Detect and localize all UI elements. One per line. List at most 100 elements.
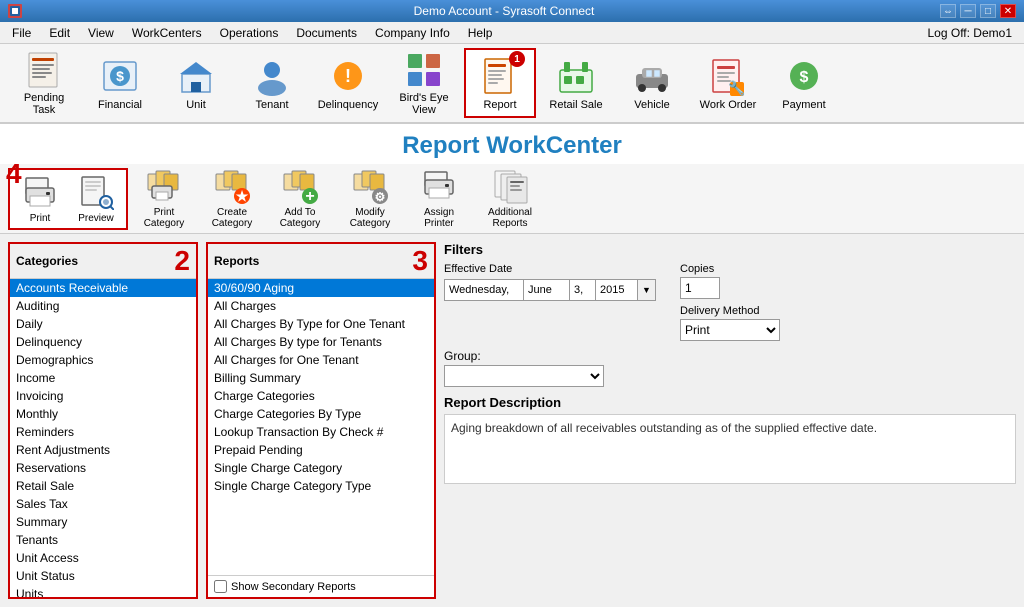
create-category-icon: ★	[214, 168, 250, 207]
list-item[interactable]: Prepaid Pending	[208, 441, 434, 459]
list-item[interactable]: Single Charge Category Type	[208, 477, 434, 495]
list-item[interactable]: All Charges By type for Tenants	[208, 333, 434, 351]
right-panels: Filters Effective Date ▼	[444, 242, 1016, 599]
list-item[interactable]: Rent Adjustments	[10, 441, 196, 459]
preview-icon	[78, 174, 114, 213]
menu-documents[interactable]: Documents	[288, 24, 365, 42]
retail-icon	[555, 55, 597, 97]
unit-icon	[175, 55, 217, 97]
reports-list[interactable]: 30/60/90 Aging All Charges All Charges B…	[208, 279, 434, 575]
list-item[interactable]: All Charges for One Tenant	[208, 351, 434, 369]
list-item[interactable]: Unit Access	[10, 549, 196, 567]
menu-workcenters[interactable]: WorkCenters	[124, 24, 210, 42]
show-secondary-checkbox[interactable]	[214, 580, 227, 593]
list-item[interactable]: Sales Tax	[10, 495, 196, 513]
financial-icon: $	[99, 55, 141, 97]
assign-printer-icon	[421, 168, 457, 207]
add-to-category-icon: +	[282, 168, 318, 207]
list-item[interactable]: Single Charge Category	[208, 459, 434, 477]
assign-printer-label: Assign Printer	[410, 207, 468, 229]
close-btn[interactable]: ✕	[1000, 4, 1016, 18]
menu-company-info[interactable]: Company Info	[367, 24, 458, 42]
modify-category-button[interactable]: ⚙ Modify Category	[336, 166, 404, 231]
list-item[interactable]: All Charges	[208, 297, 434, 315]
list-item[interactable]: 30/60/90 Aging	[208, 279, 434, 297]
date-day-num-input[interactable]	[570, 279, 596, 301]
group-select[interactable]	[444, 365, 604, 387]
toolbar-tenant[interactable]: Tenant	[236, 48, 308, 118]
list-item[interactable]: Units	[10, 585, 196, 597]
toolbar-payment[interactable]: $ Payment	[768, 48, 840, 118]
categories-badge: 2	[174, 247, 190, 275]
delivery-method-select[interactable]: Print Email Fax	[680, 319, 780, 341]
tenant-label: Tenant	[255, 99, 288, 111]
list-item[interactable]: Charge Categories	[208, 387, 434, 405]
minimize-btn[interactable]: ─	[960, 4, 976, 18]
delivery-method-label: Delivery Method	[680, 305, 780, 317]
menu-view[interactable]: View	[80, 24, 122, 42]
list-item[interactable]: Billing Summary	[208, 369, 434, 387]
menu-bar: File Edit View WorkCenters Operations Do…	[0, 22, 1024, 44]
list-item[interactable]: Unit Status	[10, 567, 196, 585]
menu-operations[interactable]: Operations	[212, 24, 287, 42]
toolbar-work-order[interactable]: 🔧 Work Order	[692, 48, 764, 118]
date-dropdown-btn[interactable]: ▼	[638, 279, 656, 301]
list-item[interactable]: Reminders	[10, 423, 196, 441]
list-item[interactable]: Summary	[10, 513, 196, 531]
copies-delivery-group: Copies Delivery Method Print Email Fax	[680, 263, 780, 341]
list-item[interactable]: Monthly	[10, 405, 196, 423]
menu-file[interactable]: File	[4, 24, 39, 42]
categories-list[interactable]: Accounts Receivable Auditing Daily Delin…	[10, 279, 196, 597]
list-item[interactable]: Demographics	[10, 351, 196, 369]
vehicle-label: Vehicle	[634, 99, 669, 111]
toolbar-unit[interactable]: Unit	[160, 48, 232, 118]
preview-label: Preview	[78, 213, 114, 224]
list-item[interactable]: Lookup Transaction By Check #	[208, 423, 434, 441]
window-title: Demo Account - Syrasoft Connect	[68, 4, 940, 18]
copies-input[interactable]	[680, 277, 720, 299]
date-month-input[interactable]	[524, 279, 570, 301]
add-to-category-button[interactable]: + Add To Category	[268, 166, 332, 231]
toolbar-report[interactable]: 1 Report	[464, 48, 536, 118]
list-item[interactable]: Income	[10, 369, 196, 387]
restore-btn[interactable]: ⇔	[940, 4, 956, 18]
maximize-btn[interactable]: □	[980, 4, 996, 18]
list-item[interactable]: Retail Sale	[10, 477, 196, 495]
date-year-input[interactable]	[596, 279, 638, 301]
list-item[interactable]: Charge Categories By Type	[208, 405, 434, 423]
toolbar-retail-sale[interactable]: Retail Sale	[540, 48, 612, 118]
payment-icon: $	[783, 55, 825, 97]
additional-reports-button[interactable]: Additional Reports	[474, 166, 546, 231]
svg-text:$: $	[116, 68, 124, 84]
app-icon	[8, 4, 22, 18]
filters-row: Effective Date ▼ Copies	[444, 263, 1016, 341]
date-day-input[interactable]	[444, 279, 524, 301]
show-secondary-row: Show Secondary Reports	[208, 575, 434, 597]
list-item[interactable]: Delinquency	[10, 333, 196, 351]
reports-panel: Reports 3 30/60/90 Aging All Charges All…	[206, 242, 436, 599]
list-item[interactable]: Daily	[10, 315, 196, 333]
toolbar-vehicle[interactable]: Vehicle	[616, 48, 688, 118]
menu-help[interactable]: Help	[460, 24, 501, 42]
list-item[interactable]: Accounts Receivable	[10, 279, 196, 297]
effective-date-row: ▼	[444, 279, 656, 301]
list-item[interactable]: Invoicing	[10, 387, 196, 405]
list-item[interactable]: Tenants	[10, 531, 196, 549]
toolbar-delinquency[interactable]: ! Delinquency	[312, 48, 384, 118]
toolbar-financial[interactable]: $ Financial	[84, 48, 156, 118]
create-category-button[interactable]: ★ Create Category	[200, 166, 264, 231]
content-area: Categories 2 Accounts Receivable Auditin…	[0, 234, 1024, 607]
preview-button[interactable]: Preview	[68, 172, 124, 226]
main-content: Report WorkCenter 4 Print	[0, 124, 1024, 607]
toolbar-birdseye[interactable]: Bird's Eye View	[388, 48, 460, 118]
window-controls: ⇔ ─ □ ✕	[940, 4, 1016, 18]
list-item[interactable]: All Charges By Type for One Tenant	[208, 315, 434, 333]
list-item[interactable]: Auditing	[10, 297, 196, 315]
assign-printer-button[interactable]: Assign Printer	[408, 166, 470, 231]
svg-text:★: ★	[236, 188, 249, 204]
print-category-icon	[146, 168, 182, 207]
print-category-button[interactable]: Print Category	[132, 166, 196, 231]
toolbar-pending-task[interactable]: Pending Task	[8, 48, 80, 118]
menu-edit[interactable]: Edit	[41, 24, 78, 42]
list-item[interactable]: Reservations	[10, 459, 196, 477]
